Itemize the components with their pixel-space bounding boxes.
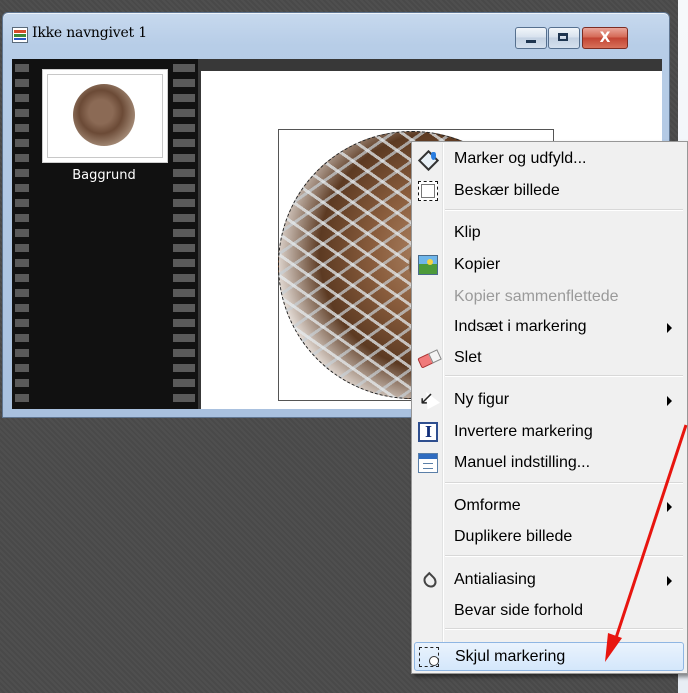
menu-item-label: Invertere markering — [454, 423, 593, 440]
drop-icon — [418, 570, 438, 590]
menu-item-marker-og-udfyld[interactable]: Marker og udfyld... — [414, 145, 684, 174]
menu-item-label: Kopier sammenflettede — [454, 288, 619, 305]
menu-item-kopier[interactable]: Kopier — [414, 251, 684, 280]
menu-item-label: Ny figur — [454, 391, 510, 408]
picture-icon — [418, 255, 438, 275]
menu-item-kopier-sammenflettede: Kopier sammenflettede — [414, 283, 684, 312]
menu-item-skjul-markering[interactable]: Skjul markering — [414, 642, 684, 671]
window-title: Ikke navngivet 1 — [32, 25, 147, 41]
menu-item-label: Slet — [454, 349, 482, 366]
maximize-icon — [558, 33, 568, 41]
close-icon: X — [599, 30, 611, 46]
menu-separator — [445, 375, 683, 376]
menu-item-label: Omforme — [454, 497, 521, 514]
paint-bucket-icon — [418, 149, 438, 169]
film-perforations-mid — [173, 59, 187, 409]
menu-item-slet[interactable]: Slet — [414, 344, 684, 373]
submenu-arrow-icon — [667, 576, 672, 586]
thumbnail-inner — [47, 74, 163, 158]
menu-item-beskær-billede[interactable]: Beskær billede — [414, 177, 684, 206]
menu-item-invertere-markering[interactable]: Invertere markering — [414, 418, 684, 447]
eraser-icon — [415, 345, 442, 372]
menu-item-bevar-side-forhold[interactable]: Bevar side forhold — [414, 597, 684, 626]
menu-item-label: Klip — [454, 224, 481, 241]
menu-item-label: Marker og udfyld... — [454, 150, 587, 167]
monkey-thumbnail-image — [73, 84, 135, 146]
menu-item-omforme[interactable]: Omforme — [414, 492, 684, 521]
film-perforations-left — [15, 59, 29, 409]
layer-film-strip: Baggrund — [12, 59, 198, 409]
crop-icon — [418, 181, 438, 201]
menu-item-manuel-indstilling[interactable]: Manuel indstilling... — [414, 449, 684, 478]
layer-thumbnail[interactable] — [42, 69, 168, 163]
hide-selection-icon — [419, 647, 439, 667]
pointer-icon — [418, 390, 438, 410]
app-document-icon — [12, 27, 28, 43]
menu-item-label: Skjul markering — [455, 648, 566, 665]
menu-item-indsæt-i-markering[interactable]: Indsæt i markering — [414, 313, 684, 342]
menu-item-label: Duplikere billede — [454, 528, 573, 545]
minimize-icon — [526, 40, 536, 43]
context-menu: Marker og udfyld... Beskær billede Klip Kop… — [411, 141, 688, 674]
menu-item-label: Antialiasing — [454, 571, 536, 588]
menu-item-label: Bevar side forhold — [454, 602, 583, 619]
submenu-arrow-icon — [667, 323, 672, 333]
menu-item-duplikere-billede[interactable]: Duplikere billede — [414, 523, 684, 552]
layer-label: Baggrund — [72, 168, 136, 183]
maximize-button[interactable] — [548, 27, 580, 49]
menu-separator — [445, 209, 683, 210]
menu-item-label: Beskær billede — [454, 182, 560, 199]
submenu-arrow-icon — [667, 502, 672, 512]
close-button[interactable]: X — [582, 27, 628, 49]
invert-icon — [418, 422, 438, 442]
menu-separator — [445, 628, 683, 629]
film-perforations-right — [187, 59, 195, 409]
menu-separator — [445, 555, 683, 556]
minimize-button[interactable] — [515, 27, 547, 49]
window-settings-icon — [418, 453, 438, 473]
menu-item-label: Indsæt i markering — [454, 318, 587, 335]
menu-item-label: Kopier — [454, 256, 501, 273]
menu-item-antialiasing[interactable]: Antialiasing — [414, 566, 684, 595]
menu-item-ny-figur[interactable]: Ny figur — [414, 386, 684, 415]
menu-item-label: Manuel indstilling... — [454, 454, 591, 471]
menu-item-klip[interactable]: Klip — [414, 219, 684, 248]
submenu-arrow-icon — [667, 396, 672, 406]
menu-separator — [445, 482, 683, 483]
